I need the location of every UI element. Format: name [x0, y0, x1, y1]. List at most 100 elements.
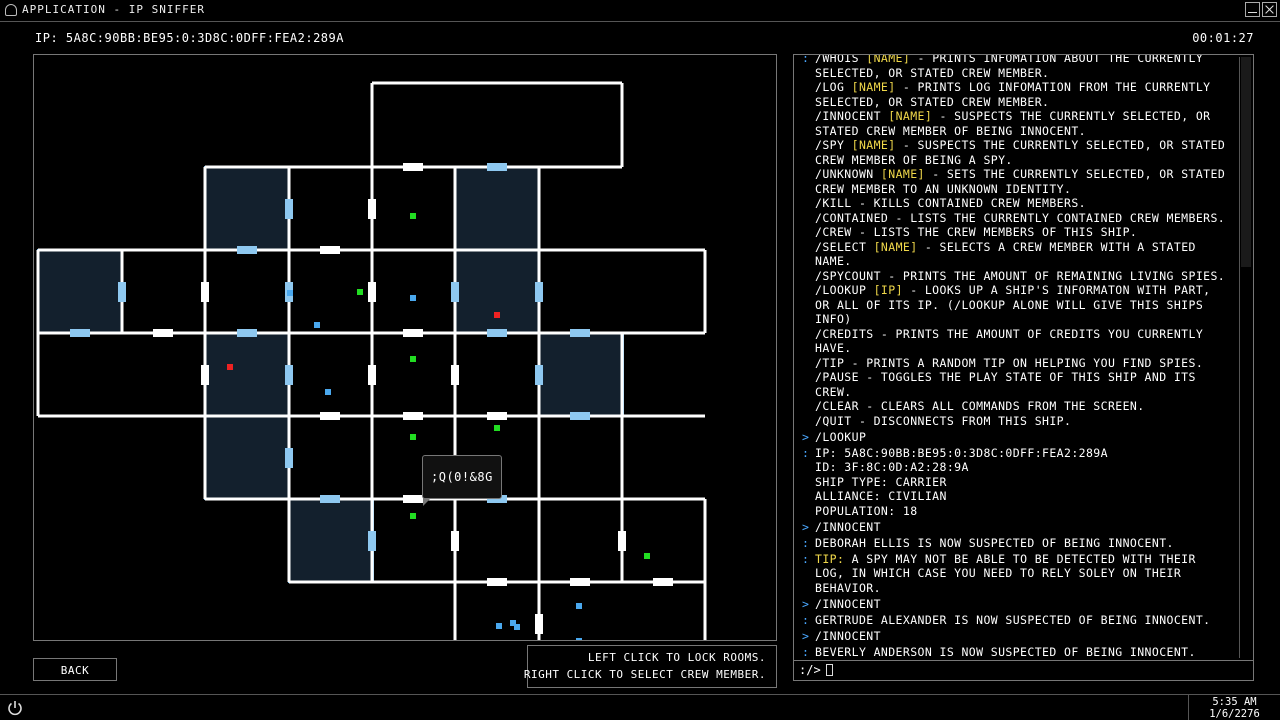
door — [570, 578, 590, 586]
crew-member[interactable] — [325, 389, 331, 395]
console-line: LOG, IN WHICH CASE YOU NEED TO RELY SOLE… — [802, 566, 1234, 581]
door — [535, 365, 543, 385]
console-text: /WHOIS — [815, 54, 867, 65]
console-line: ALLIANCE: CIVILIAN — [802, 489, 1234, 504]
crew-member[interactable] — [514, 624, 520, 630]
console-scrollbar[interactable] — [1239, 57, 1252, 658]
output-marker: : — [802, 612, 810, 627]
console-line: /CREDITS - PRINTS THE AMOUNT OF CREDITS … — [802, 327, 1234, 342]
console-text: HAVE. — [815, 341, 852, 355]
console-text: BEHAVIOR. — [815, 580, 881, 595]
command-input[interactable]: :/> — [793, 660, 1254, 681]
console-line: /CLEAR - CLEARS ALL COMMANDS FROM THE SC… — [802, 399, 1234, 414]
console-text: IP: 5A8C:90BB:BE95:0:3D8C:0DFF:FEA2:289A — [815, 445, 1108, 460]
tooltip-tail — [423, 498, 431, 506]
console-text: BEVERLY ANDERSON IS NOW SUSPECTED OF BEI… — [815, 644, 1196, 659]
ship-map-canvas[interactable] — [34, 55, 777, 641]
console-line: CREW. — [802, 385, 1234, 400]
back-button[interactable]: BACK — [33, 658, 117, 681]
crew-member[interactable] — [644, 553, 650, 559]
door — [653, 578, 673, 586]
console-text: /UNKNOWN — [815, 167, 881, 181]
console-text: - SUSPECTS THE CURRENTLY SELECTED, OR — [932, 109, 1211, 123]
console-output[interactable]: : /WHOIS [NAME] - PRINTS INFOMATION ABOUT… — [793, 54, 1254, 661]
console-text: /CREDITS - PRINTS THE AMOUNT OF CREDITS … — [815, 326, 1204, 341]
console-text: SELECTED, OR STATED CREW MEMBER. — [815, 94, 1050, 109]
door — [403, 495, 423, 503]
crew-member[interactable] — [494, 425, 500, 431]
door — [285, 448, 293, 468]
hint-lock-rooms: LEFT CLICK TO LOCK ROOMS. — [587, 651, 766, 664]
console-line: ID: 3F:8C:0D:A2:28:9A — [802, 460, 1234, 475]
door — [368, 365, 376, 385]
door — [201, 365, 209, 385]
door — [535, 282, 543, 302]
console-text: /SELECT — [815, 239, 874, 254]
console-text: /CLEAR - CLEARS ALL COMMANDS FROM THE SC… — [815, 399, 1145, 413]
command-marker: > — [802, 429, 810, 444]
console-text: /PAUSE - TOGGLES THE PLAY STATE OF THIS … — [815, 370, 1196, 384]
console-text: /QUIT - DISCONNECTS FROM THIS SHIP. — [815, 413, 1072, 428]
crew-member[interactable] — [410, 213, 416, 219]
crew-member[interactable] — [410, 295, 416, 301]
crew-member[interactable] — [357, 289, 363, 295]
console-line: OR ALL OF ITS IP. (/LOOKUP ALONE WILL GI… — [802, 298, 1234, 313]
console-line: HAVE. — [802, 341, 1234, 356]
console-text: /INNOCENT — [815, 109, 889, 123]
console-text: STATED CREW MEMBER OF BEING INNOCENT. — [815, 123, 1086, 138]
minimize-button[interactable] — [1245, 2, 1260, 17]
console-text: /CONTAINED - LISTS THE CURRENTLY CONTAIN… — [815, 210, 1226, 225]
close-button[interactable] — [1262, 2, 1277, 17]
room[interactable] — [288, 498, 374, 583]
console-line: > /INNOCENT — [802, 597, 1234, 612]
console-line: /TIP - PRINTS A RANDOM TIP ON HELPING YO… — [802, 356, 1234, 371]
console-text: /LOOKUP — [815, 283, 874, 297]
console-line: /KILL - KILLS CONTAINED CREW MEMBERS. — [802, 196, 1234, 211]
crew-member[interactable] — [496, 623, 502, 629]
console-text: /CREW - LISTS THE CREW MEMBERS OF THIS S… — [815, 225, 1138, 239]
door — [368, 199, 376, 219]
crew-member[interactable] — [410, 434, 416, 440]
console-line: SHIP TYPE: CARRIER — [802, 475, 1234, 490]
console-text: A SPY MAY NOT BE ABLE TO BE DETECTED WIT… — [844, 551, 1196, 566]
console-line: /LOG [NAME] - PRINTS LOG INFOMATION FROM… — [802, 80, 1234, 95]
door — [237, 246, 257, 254]
scrollbar-thumb[interactable] — [1241, 57, 1251, 267]
crew-member[interactable] — [314, 322, 320, 328]
console-line: /INNOCENT [NAME] - SUSPECTS THE CURRENTL… — [802, 109, 1234, 124]
room[interactable] — [538, 332, 624, 417]
crew-member[interactable] — [410, 513, 416, 519]
console-line: BEHAVIOR. — [802, 581, 1234, 596]
console-line: POPULATION: 18 — [802, 504, 1234, 519]
crew-member[interactable] — [287, 290, 293, 296]
power-icon[interactable] — [6, 699, 24, 717]
console-line: /CONTAINED - LISTS THE CURRENTLY CONTAIN… — [802, 211, 1234, 226]
console-text: - SELECTS A CREW MEMBER WITH A STATED — [917, 239, 1196, 254]
crew-member[interactable] — [494, 312, 500, 318]
crew-member[interactable] — [410, 356, 416, 362]
console-line: > /INNOCENT — [802, 520, 1234, 535]
door — [403, 329, 423, 337]
door — [570, 329, 590, 337]
command-marker: > — [802, 596, 810, 611]
console-text: /LOG — [815, 80, 852, 94]
door — [451, 282, 459, 302]
door — [487, 163, 507, 171]
crew-member[interactable] — [576, 638, 582, 641]
console-line: /UNKNOWN [NAME] - SETS THE CURRENTLY SEL… — [802, 167, 1234, 182]
crew-member[interactable] — [576, 603, 582, 609]
console-text: - LOOKS UP A SHIP'S INFORMATON WITH PART… — [902, 283, 1211, 297]
room[interactable] — [37, 249, 123, 334]
console-line: SELECTED, OR STATED CREW MEMBER. — [802, 95, 1234, 110]
console-text: /INNOCENT — [815, 628, 881, 643]
door — [320, 412, 340, 420]
door — [368, 531, 376, 551]
ship-map[interactable] — [33, 54, 777, 641]
console-text: ID: 3F:8C:0D:A2:28:9A — [815, 460, 969, 474]
console-text: LOG, IN WHICH CASE YOU NEED TO RELY SOLE… — [815, 566, 1182, 580]
crew-member[interactable] — [227, 364, 233, 370]
console-line: : DEBORAH ELLIS IS NOW SUSPECTED OF BEING… — [802, 536, 1234, 551]
door — [487, 578, 507, 586]
console-line: : /WHOIS [NAME] - PRINTS INFOMATION ABOUT… — [802, 54, 1234, 66]
room[interactable] — [204, 166, 290, 251]
